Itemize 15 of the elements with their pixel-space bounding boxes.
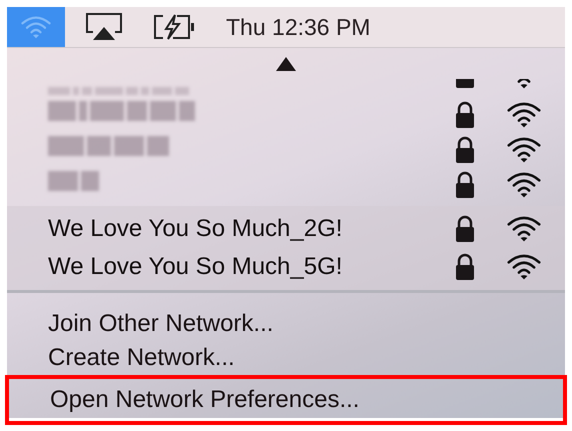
wifi-icon: [507, 215, 541, 243]
menu-item[interactable]: Create Network...: [7, 341, 565, 375]
wifi-icon: [507, 253, 541, 281]
wifi-icon: [21, 15, 51, 39]
scroll-up-arrow-icon[interactable]: [276, 57, 296, 71]
airplay-icon[interactable]: [85, 12, 123, 42]
menu-bar-clock[interactable]: Thu 12:36 PM: [226, 10, 370, 44]
network-menu-item[interactable]: We Love You So Much_2G!: [48, 211, 455, 247]
menu-item[interactable]: Join Other Network...: [7, 307, 565, 341]
menu-item[interactable]: Open Network Preferences...: [5, 375, 567, 425]
blurred-network-name: [48, 170, 99, 192]
network-menu-item[interactable]: We Love You So Much_5G!: [48, 249, 455, 285]
wifi-icon: [507, 136, 541, 164]
wifi-icon: [507, 100, 541, 128]
wifi-icon: [507, 170, 541, 198]
